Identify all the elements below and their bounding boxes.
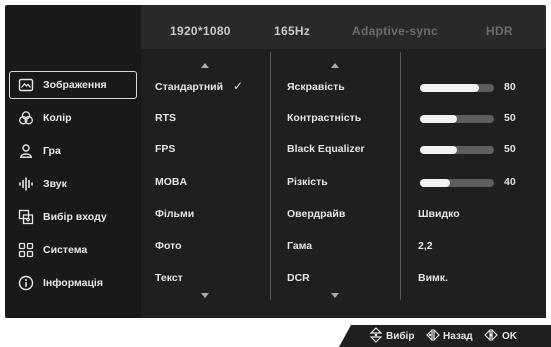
scroll-down-arrow-icon[interactable] (201, 293, 209, 298)
sidebar-item-label: Інформація (43, 277, 103, 289)
status-bar: 1920*1080 165Hz Adaptive-sync HDR (141, 5, 546, 49)
contrast-value: 50 (504, 112, 516, 124)
setting-black-equalizer[interactable]: Black Equalizer (287, 143, 365, 155)
checkmark-icon: ✓ (233, 79, 244, 93)
sidebar-item-system[interactable]: Система (5, 236, 141, 264)
scroll-down-arrow-icon[interactable] (331, 293, 339, 298)
dcr-value: Вимк. (418, 272, 448, 284)
sidebar-item-picture[interactable]: Зображення (9, 71, 137, 99)
setting-dcr[interactable]: DCR (287, 272, 310, 284)
sidebar-item-color[interactable]: Колір (5, 104, 141, 132)
mode-item-moba[interactable]: MOBA (155, 176, 187, 188)
mode-item-photo[interactable]: Фото (155, 240, 182, 252)
up-down-nav-icon (369, 327, 383, 346)
mode-item-movies[interactable]: Фільми (155, 208, 194, 220)
scroll-up-arrow-icon[interactable] (201, 63, 209, 68)
mode-item-rts[interactable]: RTS (155, 112, 176, 124)
mode-item-standard[interactable]: Стандартний (155, 81, 223, 93)
sound-wave-icon (18, 176, 34, 192)
mode-item-fps[interactable]: FPS (155, 143, 175, 155)
system-grid-icon (18, 242, 34, 258)
sidebar-item-input-select[interactable]: Вибір входу (5, 203, 141, 231)
ok-nav-icon (484, 328, 498, 344)
gamer-icon (18, 143, 34, 159)
sharpness-value: 40 (504, 176, 516, 188)
refresh-rate-indicator: 165Hz (274, 24, 311, 38)
setting-contrast[interactable]: Контрастність (287, 112, 361, 124)
adaptive-sync-indicator: Adaptive-sync (352, 24, 438, 38)
sidebar-item-label: Система (43, 244, 88, 256)
color-circles-icon (18, 110, 34, 126)
mode-item-text[interactable]: Текст (155, 272, 183, 284)
info-icon (18, 275, 34, 291)
column-divider (400, 52, 401, 300)
help-select-label: Вибір (386, 331, 415, 342)
input-select-icon (18, 209, 34, 225)
hdr-indicator: HDR (486, 24, 513, 38)
setting-brightness[interactable]: Яскравість (287, 81, 345, 93)
sharpness-slider[interactable] (420, 179, 494, 187)
contrast-slider[interactable] (420, 115, 494, 123)
sidebar-item-sound[interactable]: Звук (5, 170, 141, 198)
sidebar-item-info[interactable]: Інформація (5, 269, 141, 297)
setting-gamma[interactable]: Гама (287, 240, 312, 252)
help-back-label: Назад (443, 331, 473, 342)
brightness-value: 80 (504, 81, 516, 93)
column-divider (270, 52, 271, 300)
picture-icon (18, 77, 34, 93)
setting-sharpness[interactable]: Різкість (287, 176, 328, 188)
back-nav-icon (426, 328, 440, 344)
resolution-indicator: 1920*1080 (170, 24, 231, 38)
sidebar-item-label: Зображення (43, 79, 107, 91)
brightness-slider[interactable] (420, 84, 494, 92)
help-bar: Вибір Назад OK (339, 325, 551, 347)
sidebar-item-label: Гра (43, 145, 61, 157)
overdrive-value: Швидко (418, 208, 460, 220)
sidebar-item-label: Колір (43, 112, 72, 124)
setting-overdrive[interactable]: Овердрайв (287, 208, 345, 220)
black-equalizer-value: 50 (504, 143, 516, 155)
sidebar-item-label: Вибір входу (43, 211, 107, 223)
help-ok-label: OK (502, 331, 517, 342)
sidebar-item-game[interactable]: Гра (5, 137, 141, 165)
scroll-up-arrow-icon[interactable] (331, 63, 339, 68)
sidebar-item-label: Звук (43, 178, 67, 190)
gamma-value: 2,2 (418, 240, 433, 252)
black-equalizer-slider[interactable] (420, 146, 494, 154)
